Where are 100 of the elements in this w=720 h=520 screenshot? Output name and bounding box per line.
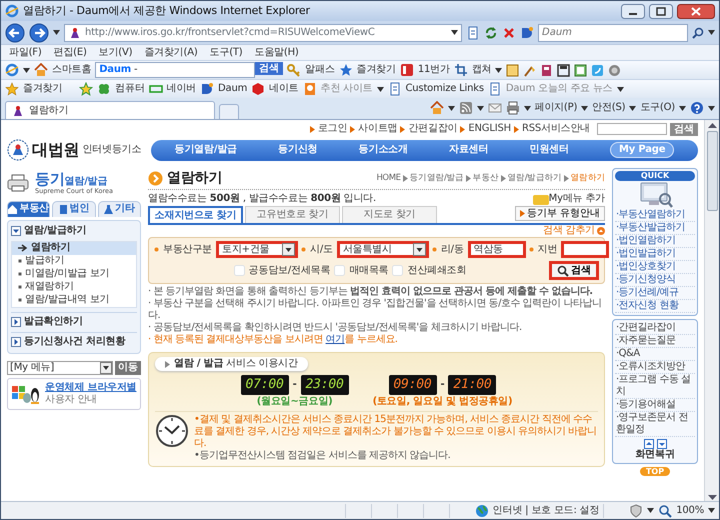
- menu-item[interactable]: 편집(E): [50, 46, 91, 58]
- menu-item[interactable]: 미열람/미발급 보기: [12, 268, 136, 281]
- restore-link[interactable]: 화면복귀: [615, 448, 695, 461]
- bookmark-icon[interactable]: [540, 64, 554, 76]
- close-button[interactable]: [677, 4, 715, 18]
- dropdown-field[interactable]: 토지+건물: [216, 241, 298, 258]
- search-field[interactable]: Daum -: [95, 62, 256, 78]
- caret-icon[interactable]: [629, 106, 636, 110]
- quick-link[interactable]: ·부동산열람하기: [615, 208, 695, 222]
- menu-section[interactable]: 발급확인하기: [11, 314, 137, 330]
- menu-item[interactable]: 즐겨찾기(A): [140, 46, 202, 58]
- scrollbar[interactable]: [704, 120, 719, 501]
- menu-item[interactable]: 열람하기: [12, 242, 136, 255]
- link[interactable]: 여기: [326, 334, 345, 345]
- quick-link[interactable]: ·Q&A: [615, 348, 695, 361]
- toolbar-link[interactable]: 즐겨찾기: [356, 64, 396, 76]
- menu-item[interactable]: 열람/발급내역 보기: [12, 294, 136, 307]
- my-menu-dropdown[interactable]: [My 메뉴]: [7, 360, 113, 375]
- back-icon[interactable]: [5, 22, 25, 42]
- arrow-down-icon[interactable]: [656, 438, 666, 449]
- top-link[interactable]: 간편길잡이: [408, 123, 458, 135]
- nav-link[interactable]: 등기열람/발급: [174, 144, 237, 156]
- window-icon[interactable]: [574, 64, 588, 76]
- caret-icon[interactable]: [679, 106, 686, 110]
- input-field[interactable]: 역삼동: [468, 241, 526, 258]
- caret-icon[interactable]: [708, 30, 715, 35]
- search-button[interactable]: 검색: [549, 261, 599, 280]
- minimize-button[interactable]: [621, 4, 645, 18]
- circle-icon[interactable]: [608, 64, 622, 76]
- breadcrumb-link[interactable]: 부동산: [472, 173, 499, 184]
- caret-icon[interactable]: [448, 106, 455, 110]
- checkbox[interactable]: [334, 265, 346, 276]
- toolbar-link[interactable]: 캡쳐: [472, 64, 492, 76]
- toolbar-link[interactable]: 11번가: [418, 64, 450, 76]
- search-tab[interactable]: 고유번호로 찾기: [245, 206, 340, 223]
- arrow-up-icon[interactable]: [597, 227, 605, 235]
- zoom-icon[interactable]: [658, 504, 672, 518]
- menu-item[interactable]: 재열람하기: [12, 280, 136, 294]
- caret-icon[interactable]: [451, 30, 458, 35]
- search-tab[interactable]: 소재지번으로 찾기: [148, 206, 243, 223]
- refresh-icon[interactable]: [484, 26, 498, 40]
- caret-icon[interactable]: [708, 508, 715, 513]
- search-button[interactable]: 검색: [255, 62, 284, 75]
- search-field[interactable]: Daum: [538, 24, 688, 42]
- command-menu[interactable]: 페이지(P): [534, 102, 578, 114]
- address-field[interactable]: http://www.iros.go.kr/frontservlet?cmd=RISUWelcomeViewC: [64, 24, 462, 42]
- top-link[interactable]: 로그인: [318, 123, 348, 135]
- go-button[interactable]: 이동: [115, 360, 141, 375]
- menu-item[interactable]: 파일(F): [5, 46, 46, 58]
- key-icon[interactable]: [287, 63, 302, 77]
- browser-tab[interactable]: 열람하기: [5, 101, 215, 119]
- scrollbar-thumb[interactable]: [706, 131, 718, 211]
- help-icon[interactable]: [690, 101, 704, 115]
- menu-item[interactable]: 도움말(H): [250, 46, 303, 58]
- printer-icon[interactable]: [506, 101, 520, 115]
- caret-icon[interactable]: [23, 68, 30, 72]
- quick-link[interactable]: ·등기선례/예규: [615, 286, 695, 300]
- category-tab[interactable]: 부동산: [7, 200, 50, 217]
- my-menu-add-link[interactable]: My메뉴 추가: [548, 193, 605, 205]
- forward-icon[interactable]: [29, 22, 49, 42]
- checkbox[interactable]: [234, 265, 245, 276]
- search-icon[interactable]: [692, 26, 704, 38]
- quick-link[interactable]: ·등기신청양식: [615, 274, 695, 287]
- nav-link[interactable]: 등기소소개: [358, 144, 408, 156]
- quick-link[interactable]: ·자주묻는질문: [615, 334, 695, 348]
- top-link[interactable]: ENGLISH: [468, 123, 511, 135]
- browser-icon[interactable]: [5, 63, 19, 77]
- toolbar-link[interactable]: 스마트홈: [52, 64, 92, 76]
- star-icon[interactable]: [338, 63, 353, 77]
- quick-link[interactable]: ·영구보존문서 전환일정: [615, 412, 695, 437]
- favorite-link[interactable]: 네이버: [166, 83, 196, 95]
- quick-link[interactable]: ·등기용어해설: [615, 398, 695, 412]
- quick-link[interactable]: ·법인상호찾기: [615, 260, 695, 274]
- menu-section[interactable]: 등기신청사건 처리현황: [11, 334, 137, 350]
- caret-icon[interactable]: [647, 508, 654, 513]
- favorite-link[interactable]: 네이트: [269, 83, 299, 95]
- breadcrumb-link[interactable]: 열람/발급하기: [508, 173, 562, 184]
- quick-link[interactable]: ·전자신청 현황: [615, 300, 695, 313]
- category-tab[interactable]: 법인: [52, 200, 96, 217]
- favorites-button[interactable]: 즐겨찾기: [23, 83, 62, 95]
- page-icon[interactable]: [466, 26, 480, 40]
- dropdown-field[interactable]: 서울특별시: [336, 241, 429, 258]
- category-tab[interactable]: 기타: [98, 200, 141, 217]
- breadcrumb-link[interactable]: HOME: [376, 173, 401, 184]
- arrow-up-icon[interactable]: [644, 438, 654, 449]
- home-icon[interactable]: [34, 63, 48, 77]
- scroll-up-icon[interactable]: [708, 122, 716, 129]
- home-icon[interactable]: [430, 101, 444, 115]
- quick-link[interactable]: ·법인열람하기: [615, 234, 695, 248]
- caret-icon[interactable]: [581, 106, 588, 110]
- maximize-button[interactable]: [649, 4, 673, 18]
- caret-icon[interactable]: [495, 68, 502, 72]
- square-icon[interactable]: [400, 63, 414, 77]
- crop-icon[interactable]: [454, 63, 468, 77]
- menu-section[interactable]: 열람/발급하기: [11, 224, 137, 239]
- checkbox[interactable]: [392, 265, 404, 276]
- nav-link[interactable]: 민원센터: [530, 144, 569, 156]
- nav-link[interactable]: 자료센터: [449, 144, 488, 156]
- favorite-link[interactable]: Daum: [218, 83, 248, 95]
- input-field[interactable]: [561, 241, 610, 258]
